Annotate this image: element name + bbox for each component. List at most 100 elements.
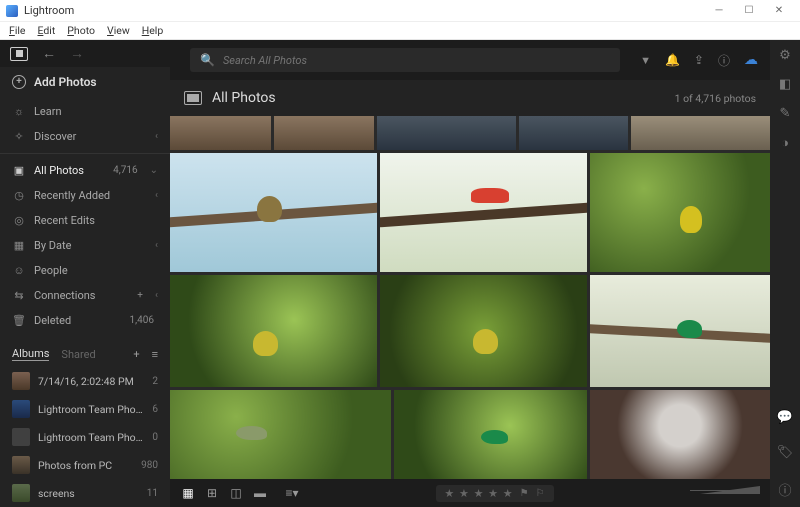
grid-footer: ▦ ⊞ ◫ ▬ ≡▾ ★ ★ ★ ★ ★ ⚑ ⚐: [170, 479, 770, 507]
album-thumb-icon: [12, 400, 30, 418]
menu-file[interactable]: File: [4, 23, 31, 38]
photo-thumb[interactable]: [274, 116, 375, 150]
sidebar-item-discover[interactable]: ✧ Discover ‹: [12, 124, 158, 149]
sidebar-item-all-photos[interactable]: ▣ All Photos 4,716 ⌄: [12, 158, 158, 183]
keywords-icon[interactable]: 🏷: [777, 445, 794, 460]
heal-icon[interactable]: ✎: [780, 106, 791, 121]
bell-icon[interactable]: 🔔: [665, 53, 680, 67]
page-title: All Photos: [212, 90, 675, 106]
person-icon: ☺: [12, 264, 26, 277]
crop-icon[interactable]: ◧: [779, 77, 791, 92]
forward-arrow-icon: →: [70, 45, 84, 62]
photo-thumb[interactable]: [170, 390, 391, 479]
compare-view-icon[interactable]: ◫: [228, 486, 244, 500]
clock-icon: ◷: [12, 189, 26, 202]
chevron-left-icon: ‹: [155, 290, 158, 301]
main-panel: 🔍 ▼ 🔔 ⇪ ⓘ ☁ All Photos 1 of 4,716 photos: [170, 40, 770, 507]
mask-icon[interactable]: ◑: [781, 135, 789, 151]
link-icon: ⇆: [12, 289, 26, 302]
search-bar[interactable]: 🔍: [190, 48, 620, 72]
photo-thumb[interactable]: [519, 116, 627, 150]
photo-thumb[interactable]: [590, 153, 770, 273]
album-row[interactable]: Lightroom Team Photos 6: [0, 395, 170, 423]
window-titlebar: Lightroom ─ ☐ ✕: [0, 0, 800, 22]
album-thumb-icon: [12, 484, 30, 502]
home-icon[interactable]: [10, 47, 28, 61]
photo-thumb[interactable]: [394, 390, 587, 479]
adjust-icon[interactable]: ⚙: [779, 48, 791, 63]
photo-thumb[interactable]: [590, 390, 770, 479]
sidebar-item-by-date[interactable]: ▦ By Date ‹: [12, 233, 158, 258]
sidebar-item-recent-edits[interactable]: ◎ Recent Edits: [12, 208, 158, 233]
sidebar-item-connections[interactable]: ⇆ Connections + ‹: [12, 283, 158, 308]
photo-thumb[interactable]: [377, 116, 516, 150]
comments-icon[interactable]: 💬: [777, 410, 793, 425]
search-icon: 🔍: [200, 53, 215, 67]
flag-pick-icon[interactable]: ⚑: [520, 488, 530, 499]
cloud-sync-icon[interactable]: ☁: [744, 52, 758, 68]
photo-thumb[interactable]: [170, 275, 377, 387]
photo-thumb[interactable]: [380, 275, 587, 387]
photo-grid[interactable]: [170, 116, 770, 479]
trash-icon: 🗑: [12, 314, 26, 327]
album-row[interactable]: 7/14/16, 2:02:48 PM 2: [0, 367, 170, 395]
info-icon[interactable]: ⓘ: [778, 480, 791, 499]
search-input[interactable]: [223, 54, 610, 67]
plus-icon[interactable]: +: [137, 290, 143, 301]
rating-control[interactable]: ★ ★ ★ ★ ★ ⚑ ⚐: [436, 485, 553, 502]
albums-tabs: Albums Shared + ≡: [0, 341, 170, 367]
album-thumb-icon: [12, 456, 30, 474]
chevron-left-icon: ‹: [155, 190, 158, 201]
menu-edit[interactable]: Edit: [33, 23, 61, 38]
tab-shared[interactable]: Shared: [61, 348, 95, 361]
compass-icon: ✧: [12, 130, 26, 143]
grid-header: All Photos 1 of 4,716 photos: [170, 80, 770, 116]
filter-icon[interactable]: ▼: [640, 54, 651, 67]
photo-count: 1 of 4,716 photos: [675, 92, 756, 105]
tab-albums[interactable]: Albums: [12, 347, 49, 361]
menu-bar: File Edit Photo View Help: [0, 22, 800, 40]
sort-icon[interactable]: ≡: [152, 348, 158, 361]
window-title: Lightroom: [24, 4, 704, 17]
album-thumb-icon: [12, 428, 30, 446]
flag-reject-icon[interactable]: ⚐: [536, 488, 546, 499]
sidebar-item-people[interactable]: ☺ People: [12, 258, 158, 283]
sort-icon[interactable]: ≡▾: [284, 486, 300, 500]
add-album-icon[interactable]: +: [133, 348, 139, 361]
chevron-left-icon: ‹: [155, 131, 158, 142]
photo-thumb[interactable]: [631, 116, 770, 150]
close-button[interactable]: ✕: [764, 1, 794, 21]
view-mode-icon[interactable]: [184, 91, 202, 105]
add-photos-label: Add Photos: [34, 75, 97, 89]
grid-view-icon[interactable]: ▦: [180, 486, 196, 500]
photo-thumb[interactable]: [170, 153, 377, 273]
back-arrow-icon[interactable]: ←: [42, 45, 56, 62]
album-thumb-icon: [12, 372, 30, 390]
sidebar: ← → + Add Photos ☼ Learn ✧ Discover ‹ ▣ …: [0, 40, 170, 507]
right-toolbar: ⚙ ◧ ✎ ◑ 💬 🏷 ⓘ: [770, 40, 800, 507]
chevron-down-icon: ⌄: [150, 165, 158, 176]
photo-thumb[interactable]: [170, 116, 271, 150]
thumbnail-size-slider[interactable]: [690, 490, 760, 496]
image-icon: ▣: [12, 164, 26, 177]
sidebar-item-learn[interactable]: ☼ Learn: [12, 99, 158, 124]
album-row[interactable]: Photos from PC 980: [0, 451, 170, 479]
album-row[interactable]: Lightroom Team Photos 0: [0, 423, 170, 451]
add-photos-button[interactable]: + Add Photos: [12, 75, 158, 89]
lightbulb-icon: ☼: [12, 105, 26, 118]
square-grid-icon[interactable]: ⊞: [204, 486, 220, 500]
sidebar-item-deleted[interactable]: 🗑 Deleted 1,406: [12, 308, 158, 333]
share-icon[interactable]: ⇪: [694, 53, 704, 67]
sidebar-item-recently-added[interactable]: ◷ Recently Added ‹: [12, 183, 158, 208]
app-logo-icon: [6, 5, 18, 17]
minimize-button[interactable]: ─: [704, 1, 734, 21]
menu-view[interactable]: View: [102, 23, 135, 38]
album-row[interactable]: screens 11: [0, 479, 170, 507]
maximize-button[interactable]: ☐: [734, 1, 764, 21]
menu-help[interactable]: Help: [137, 23, 169, 38]
detail-view-icon[interactable]: ▬: [252, 486, 268, 500]
photo-thumb[interactable]: [590, 275, 770, 387]
help-icon[interactable]: ⓘ: [718, 52, 730, 69]
menu-photo[interactable]: Photo: [62, 23, 100, 38]
photo-thumb[interactable]: [380, 153, 587, 273]
